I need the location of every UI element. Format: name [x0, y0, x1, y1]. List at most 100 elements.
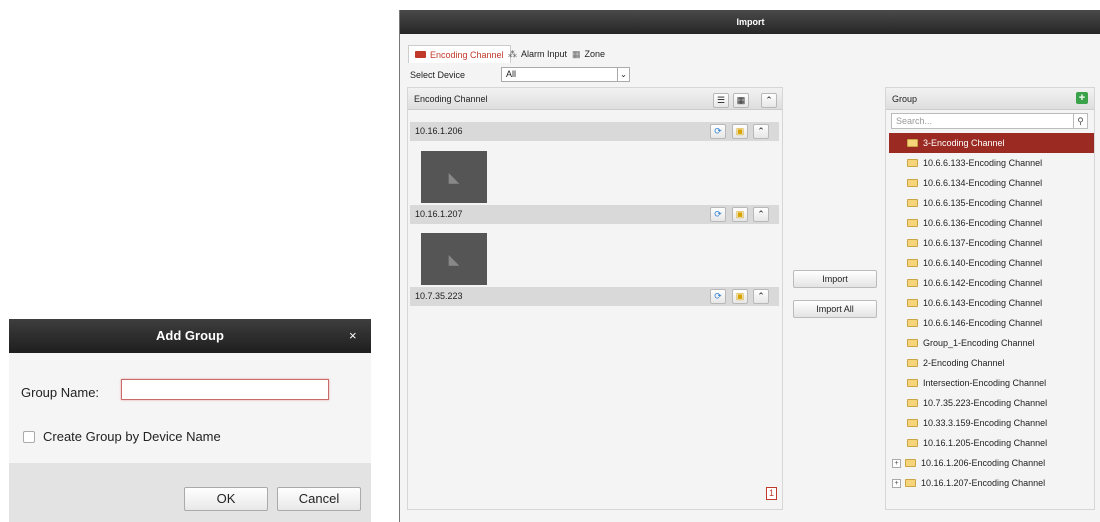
- folder-icon: [907, 399, 918, 407]
- select-device-dropdown[interactable]: All ⌄: [501, 67, 630, 82]
- folder-icon: [907, 359, 918, 367]
- group-list-item[interactable]: 10.6.6.142-Encoding Channel: [889, 273, 1094, 293]
- add-folder-icon[interactable]: ▣: [732, 207, 748, 222]
- tab-encoding-channel[interactable]: Encoding Channel: [408, 45, 511, 63]
- group-panel: Group + Search... ⚲ 3-Encoding Channel 10…: [885, 87, 1095, 510]
- page-number[interactable]: 1: [766, 487, 777, 500]
- folder-icon: [907, 259, 918, 267]
- channel-thumbnail[interactable]: ◣: [421, 233, 487, 285]
- group-item-label: 10.6.6.136-Encoding Channel: [923, 218, 1043, 228]
- collapse-icon[interactable]: ⌃: [753, 207, 769, 222]
- group-name-input[interactable]: [121, 379, 329, 400]
- group-list-item[interactable]: 10.7.35.223-Encoding Channel: [889, 393, 1094, 413]
- grid-view-icon[interactable]: ▦: [733, 93, 749, 108]
- expand-icon[interactable]: +: [892, 478, 901, 488]
- add-group-icon[interactable]: +: [1076, 92, 1088, 104]
- folder-icon: [907, 159, 918, 167]
- list-view-icon[interactable]: ☰: [713, 93, 729, 108]
- refresh-icon[interactable]: ⟳: [710, 207, 726, 222]
- create-by-device-label: Create Group by Device Name: [43, 429, 221, 444]
- group-item-label: 3-Encoding Channel: [923, 138, 1005, 148]
- refresh-icon[interactable]: ⟳: [710, 124, 726, 139]
- group-list-item[interactable]: Intersection-Encoding Channel: [889, 373, 1094, 393]
- import-title: Import: [400, 10, 1100, 34]
- folder-icon: [907, 319, 918, 327]
- zone-icon: ▦: [572, 49, 581, 59]
- group-item-label: 10.6.6.137-Encoding Channel: [923, 238, 1043, 248]
- folder-icon: [907, 219, 918, 227]
- group-item-label: 10.7.35.223-Encoding Channel: [923, 398, 1048, 408]
- group-item-label: 10.16.1.207-Encoding Channel: [921, 478, 1046, 488]
- collapse-icon[interactable]: ⌃: [761, 93, 777, 108]
- group-list-item[interactable]: +10.16.1.207-Encoding Channel: [889, 473, 1094, 493]
- device-row[interactable]: 10.16.1.207 ⟳ ▣ ⌃: [410, 205, 779, 224]
- camera-icon: ◣: [448, 168, 460, 185]
- dialog-title: Add Group: [9, 319, 371, 353]
- group-list-item[interactable]: 3-Encoding Channel: [889, 133, 1094, 153]
- group-list-item[interactable]: 10.6.6.133-Encoding Channel: [889, 153, 1094, 173]
- import-all-button[interactable]: Import All: [793, 300, 877, 318]
- channel-thumbnail[interactable]: ◣: [421, 151, 487, 203]
- collapse-icon[interactable]: ⌃: [753, 289, 769, 304]
- group-item-label: 10.6.6.142-Encoding Channel: [923, 278, 1043, 288]
- group-list-item[interactable]: Group_1-Encoding Channel: [889, 333, 1094, 353]
- folder-icon: [907, 419, 918, 427]
- dialog-body: [9, 353, 371, 463]
- import-button[interactable]: Import: [793, 270, 877, 288]
- group-item-label: 10.6.6.146-Encoding Channel: [923, 318, 1043, 328]
- group-item-label: 10.33.3.159-Encoding Channel: [923, 418, 1048, 428]
- group-list-item[interactable]: 10.33.3.159-Encoding Channel: [889, 413, 1094, 433]
- ok-button[interactable]: OK: [184, 487, 268, 511]
- group-item-label: 10.6.6.134-Encoding Channel: [923, 178, 1043, 188]
- device-row[interactable]: 10.16.1.206 ⟳ ▣ ⌃: [410, 122, 779, 141]
- group-list-item[interactable]: 10.16.1.205-Encoding Channel: [889, 433, 1094, 453]
- folder-icon: [907, 199, 918, 207]
- group-list-item[interactable]: 10.6.6.135-Encoding Channel: [889, 193, 1094, 213]
- add-folder-icon[interactable]: ▣: [732, 124, 748, 139]
- group-item-label: Intersection-Encoding Channel: [923, 378, 1047, 388]
- group-item-label: 10.6.6.135-Encoding Channel: [923, 198, 1043, 208]
- device-row[interactable]: 10.7.35.223 ⟳ ▣ ⌃: [410, 287, 779, 306]
- group-list-item[interactable]: +10.16.1.206-Encoding Channel: [889, 453, 1094, 473]
- search-icon[interactable]: ⚲: [1073, 114, 1087, 128]
- group-list-item[interactable]: 10.6.6.140-Encoding Channel: [889, 253, 1094, 273]
- group-header: Group: [886, 88, 1094, 110]
- group-item-label: 2-Encoding Channel: [923, 358, 1005, 368]
- tab-alarm-input[interactable]: ⁂ Alarm Input: [508, 45, 567, 63]
- close-icon[interactable]: ×: [349, 329, 357, 343]
- tab-zone[interactable]: ▦ Zone: [572, 45, 605, 63]
- camera-icon: ◣: [448, 250, 460, 267]
- folder-icon: [907, 179, 918, 187]
- group-list-item[interactable]: 10.6.6.136-Encoding Channel: [889, 213, 1094, 233]
- folder-icon: [905, 459, 916, 467]
- create-by-device-checkbox[interactable]: [23, 431, 35, 443]
- collapse-icon[interactable]: ⌃: [753, 124, 769, 139]
- group-search-input[interactable]: Search... ⚲: [891, 113, 1088, 129]
- select-device-label: Select Device: [410, 70, 466, 80]
- group-list: 3-Encoding Channel 10.6.6.133-Encoding Ch…: [889, 133, 1094, 503]
- add-group-dialog: Add Group × Group Name: Create Group by …: [9, 319, 371, 522]
- folder-icon: [907, 339, 918, 347]
- folder-icon: [907, 239, 918, 247]
- group-list-item[interactable]: 10.6.6.146-Encoding Channel: [889, 313, 1094, 333]
- folder-icon: [907, 379, 918, 387]
- folder-icon: [907, 439, 918, 447]
- group-item-label: 10.6.6.140-Encoding Channel: [923, 258, 1043, 268]
- refresh-icon[interactable]: ⟳: [710, 289, 726, 304]
- camera-icon: [415, 51, 426, 58]
- chevron-down-icon: ⌄: [617, 68, 629, 81]
- group-list-item[interactable]: 10.6.6.137-Encoding Channel: [889, 233, 1094, 253]
- group-item-label: 10.6.6.133-Encoding Channel: [923, 158, 1043, 168]
- cancel-button[interactable]: Cancel: [277, 487, 361, 511]
- group-item-label: Group_1-Encoding Channel: [923, 338, 1035, 348]
- group-name-label: Group Name:: [21, 385, 100, 400]
- folder-icon: [905, 479, 916, 487]
- group-item-label: 10.6.6.143-Encoding Channel: [923, 298, 1043, 308]
- group-list-item[interactable]: 10.6.6.134-Encoding Channel: [889, 173, 1094, 193]
- import-window: Import Encoding Channel ⁂ Alarm Input ▦ …: [399, 10, 1100, 522]
- expand-icon[interactable]: +: [892, 458, 901, 468]
- add-folder-icon[interactable]: ▣: [732, 289, 748, 304]
- group-item-label: 10.16.1.206-Encoding Channel: [921, 458, 1046, 468]
- group-list-item[interactable]: 10.6.6.143-Encoding Channel: [889, 293, 1094, 313]
- group-list-item[interactable]: 2-Encoding Channel: [889, 353, 1094, 373]
